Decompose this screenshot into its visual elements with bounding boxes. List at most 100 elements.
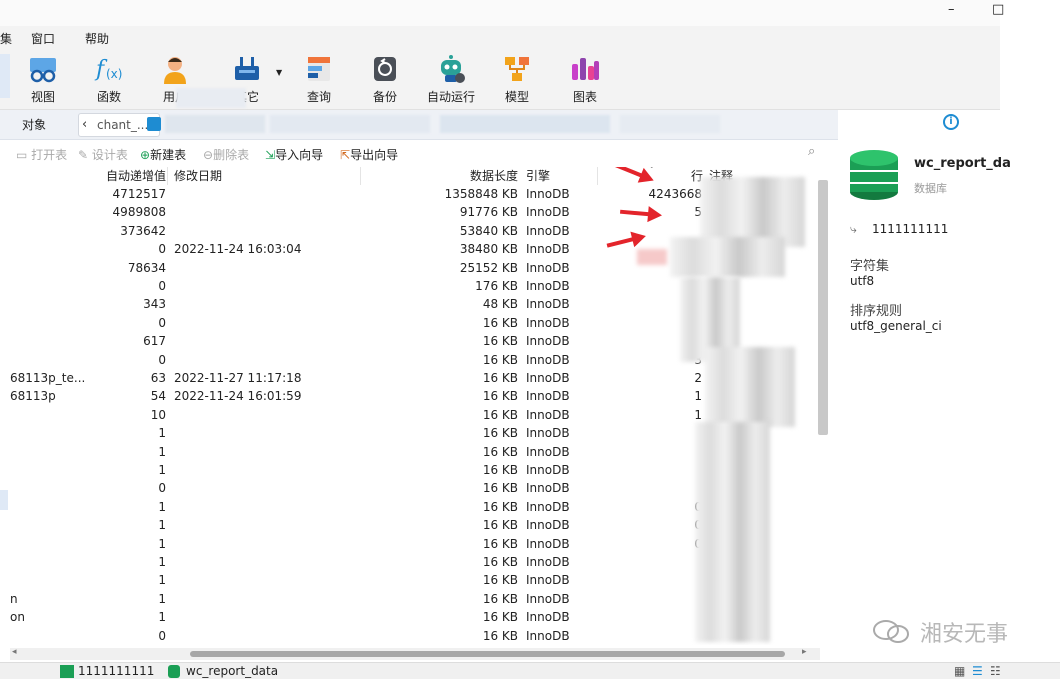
cell-auto-increment: 1 <box>158 426 166 441</box>
connection-name: 1111111111 <box>872 222 949 236</box>
cell-auto-increment: 373642 <box>120 223 166 238</box>
title-bar: – □ <box>0 0 1004 26</box>
cell-engine: InnoDB <box>526 260 570 275</box>
menu-item-collection[interactable]: 集 <box>0 30 12 47</box>
automation-tool-button[interactable]: 自动运行 <box>416 54 486 108</box>
vertical-scrollbar[interactable] <box>818 180 828 435</box>
cell-auto-increment: 1 <box>158 536 166 551</box>
table-grid[interactable]: 自动递增值 修改日期 数据长度 引擎 ⌄ 行 注释 47125171358848… <box>0 167 830 645</box>
redaction-blur <box>270 115 430 133</box>
function-tool-label: 函数 <box>96 90 121 104</box>
horizontal-scrollbar-thumb[interactable] <box>190 651 785 657</box>
redaction-mosaic <box>670 237 785 277</box>
scroll-right-icon[interactable]: ▸ <box>802 647 807 657</box>
cell-engine: InnoDB <box>526 426 570 441</box>
export-wizard-label: 导出向导 <box>350 148 399 162</box>
chevron-left-icon[interactable]: ‹ <box>82 117 87 132</box>
watermark-text: 湘安无事 <box>920 622 1009 647</box>
view-icon <box>28 54 58 84</box>
delete-table-button[interactable]: ⊖删除表 <box>203 146 249 163</box>
detail-view-icon[interactable]: ☷ <box>990 664 1001 678</box>
cell-engine: InnoDB <box>526 279 570 293</box>
grid-view-icon[interactable]: ▦ <box>954 664 965 678</box>
search-icon[interactable]: ⌕ <box>808 144 815 159</box>
function-tool-button[interactable]: f (x) 函数 <box>74 54 144 108</box>
cell-rows: 1 <box>694 407 702 422</box>
list-view-icon[interactable]: ☰ <box>972 664 983 678</box>
cell-auto-increment: 0 <box>158 279 166 293</box>
cell-data-length: 16 KB <box>482 334 518 349</box>
cell-auto-increment: 78634 <box>127 260 166 275</box>
query-tool-button[interactable]: 查询 <box>284 54 354 108</box>
cell-data-length: 16 KB <box>482 315 518 330</box>
cell-auto-increment: 1 <box>158 518 166 533</box>
cell-data-length: 16 KB <box>482 426 518 441</box>
cell-engine: InnoDB <box>526 628 570 643</box>
charset-value: utf8 <box>850 274 875 288</box>
tools-icon <box>232 54 262 84</box>
cell-auto-increment: 343 <box>143 297 166 312</box>
maximize-button[interactable]: □ <box>992 2 1004 17</box>
wechat-icon <box>872 618 912 644</box>
menu-item-window[interactable]: 窗口 <box>31 30 55 47</box>
import-wizard-button[interactable]: ⇲导入向导 <box>265 146 323 163</box>
cell-auto-increment: 0 <box>158 352 166 367</box>
cell-engine: InnoDB <box>526 518 570 533</box>
cell-auto-increment: 0 <box>158 242 166 257</box>
cell-engine: InnoDB <box>526 499 570 514</box>
column-divider <box>360 167 361 185</box>
cell-data-length: 16 KB <box>482 518 518 533</box>
scroll-left-icon[interactable]: ◂ <box>12 647 17 657</box>
open-table-button[interactable]: ▭ 打开表 <box>16 146 67 163</box>
column-header-engine[interactable]: 引擎 <box>526 167 550 185</box>
svg-text:(x): (x) <box>106 67 122 81</box>
other-dropdown-icon[interactable]: ▼ <box>276 68 282 77</box>
new-table-label: 新建表 <box>150 148 187 162</box>
cell-rows: 0 <box>620 537 702 551</box>
cell-engine: InnoDB <box>526 444 570 459</box>
cell-auto-increment: 63 <box>150 371 166 385</box>
cell-data-length: 1358848 KB <box>444 187 518 201</box>
cell-auto-increment: 1 <box>158 463 166 477</box>
column-header-data-length[interactable]: 数据长度 <box>470 167 518 185</box>
backup-tool-button[interactable]: 备份 <box>350 54 420 108</box>
cell-data-length: 16 KB <box>482 352 518 367</box>
cell-auto-increment: 1 <box>158 444 166 459</box>
cell-auto-increment: 1 <box>158 610 166 625</box>
redaction-blur <box>620 115 720 133</box>
status-connection: 1111111111 <box>78 664 155 678</box>
cell-rows: 2 <box>694 371 702 385</box>
cell-auto-increment: 54 <box>150 389 166 404</box>
column-header-modified[interactable]: 修改日期 <box>174 167 222 185</box>
column-header-auto-increment[interactable]: 自动递增值 <box>106 167 166 185</box>
cell-data-length: 16 KB <box>482 591 518 606</box>
cell-data-length: 38480 KB <box>459 242 518 257</box>
menu-item-help[interactable]: 帮助 <box>85 30 109 47</box>
cell-auto-increment: 1 <box>158 591 166 606</box>
model-icon <box>502 54 532 84</box>
status-database: wc_report_data <box>186 664 279 678</box>
new-table-button[interactable]: ⊕新建表 <box>140 146 186 163</box>
cell-engine: InnoDB <box>526 297 570 312</box>
model-tool-button[interactable]: 模型 <box>482 54 552 108</box>
cell-engine: InnoDB <box>526 610 570 625</box>
cell-engine: InnoDB <box>526 242 570 257</box>
cell-data-length: 16 KB <box>482 610 518 625</box>
cell-rows: 0 <box>620 518 702 532</box>
delete-table-label: 删除表 <box>213 148 250 162</box>
db-type: 数据库 <box>914 182 947 195</box>
breadcrumb-label: chant_... <box>97 118 149 132</box>
cell-auto-increment: 0 <box>158 628 166 643</box>
info-icon[interactable]: i <box>943 114 959 130</box>
design-table-button[interactable]: ✎ 设计表 <box>78 146 128 163</box>
cell-data-length: 16 KB <box>482 463 518 477</box>
cell-data-length: 25152 KB <box>459 260 518 275</box>
export-wizard-button[interactable]: ⇱导出向导 <box>340 146 398 163</box>
annotation-arrow <box>584 167 651 181</box>
view-tool-button[interactable]: 视图 <box>8 54 78 108</box>
status-bar: 1111111111 wc_report_data ▦ ☰ ☷ <box>0 662 1060 679</box>
cell-engine: InnoDB <box>526 591 570 606</box>
minimize-button[interactable]: – <box>948 2 955 17</box>
chart-tool-button[interactable]: 图表 <box>550 54 620 108</box>
tab-objects[interactable]: 对象 <box>22 116 46 133</box>
